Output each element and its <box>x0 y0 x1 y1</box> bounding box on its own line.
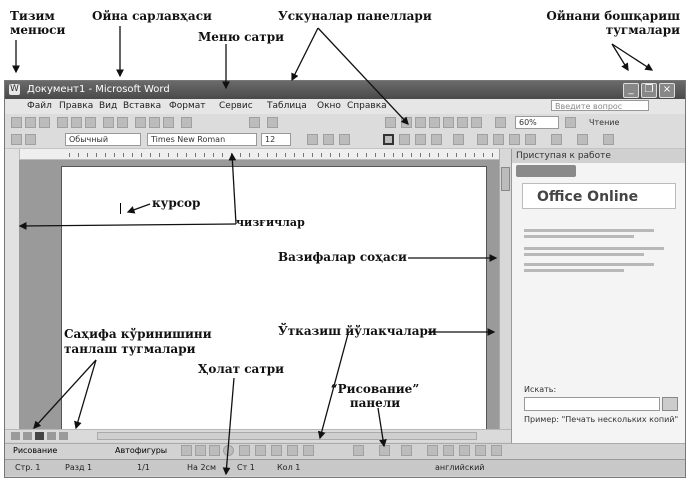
callout-arrows <box>12 26 654 476</box>
